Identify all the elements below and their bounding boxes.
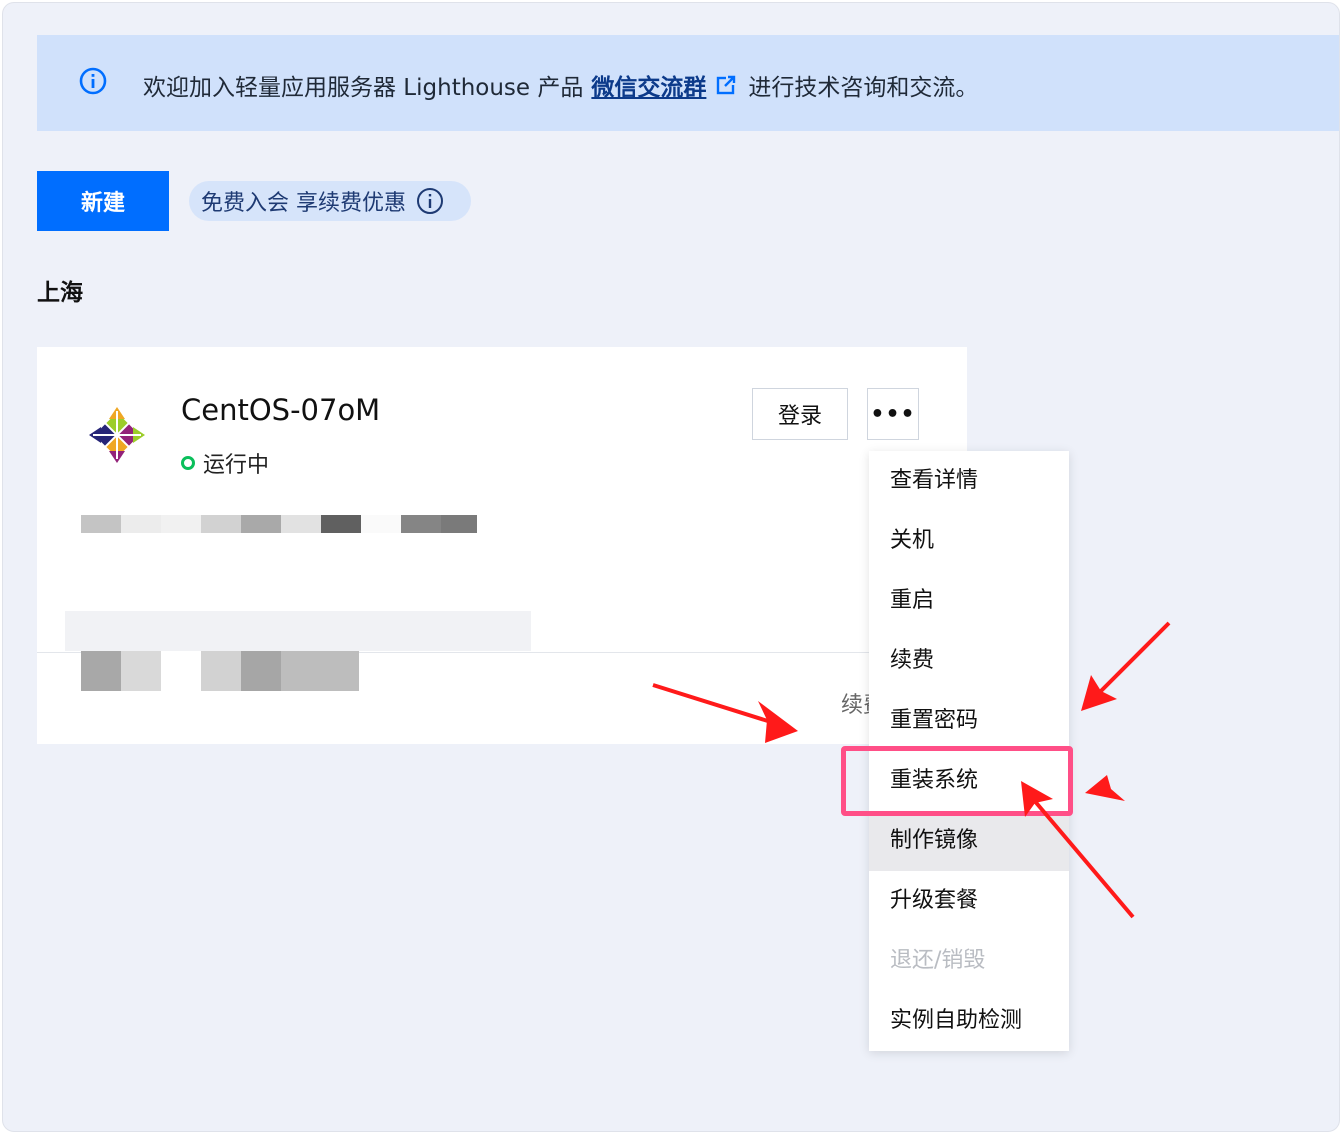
info-icon[interactable] [416, 187, 444, 215]
renew-link[interactable]: 续费 [841, 687, 869, 719]
notice-text-before: 欢迎加入轻量应用服务器 Lighthouse 产品 [143, 75, 584, 101]
notice-banner: 欢迎加入轻量应用服务器 Lighthouse 产品 微信交流群 进行技术咨询和交… [37, 35, 1339, 131]
redacted-info [81, 651, 359, 691]
membership-label: 免费入会 享续费优惠 [201, 191, 406, 216]
notice-text-after: 进行技术咨询和交流。 [748, 75, 979, 101]
wechat-group-link[interactable]: 微信交流群 [591, 68, 706, 102]
centos-logo [89, 407, 145, 463]
more-actions-button[interactable]: ••• [867, 388, 919, 440]
menu-item-upgrade-plan[interactable]: 升级套餐 [869, 871, 1069, 931]
menu-item-self-check[interactable]: 实例自助检测 [869, 991, 1069, 1051]
arrow-right [1085, 775, 1125, 801]
page-frame: 欢迎加入轻量应用服务器 Lighthouse 产品 微信交流群 进行技术咨询和交… [2, 2, 1340, 1132]
new-instance-button[interactable]: 新建 [37, 171, 169, 231]
info-icon [79, 67, 107, 95]
instance-card: CentOS-07oM 运行中 登录 ••• 续 [37, 347, 967, 744]
status-label: 运行中 [203, 453, 270, 478]
arrow-upper-right [1081, 621, 1171, 711]
login-button[interactable]: 登录 [752, 388, 848, 440]
menu-item-shutdown[interactable]: 关机 [869, 511, 1069, 571]
menu-item-reset-password[interactable]: 重置密码 [869, 691, 1069, 751]
free-membership-button[interactable]: 免费入会 享续费优惠 [189, 181, 471, 221]
instance-name[interactable]: CentOS-07oM [181, 393, 380, 427]
redacted-info [81, 515, 477, 533]
instance-status: 运行中 [181, 447, 269, 479]
region-heading: 上海 [37, 280, 83, 306]
more-actions-menu: 查看详情 关机 重启 续费 重置密码 重装系统 制作镜像 升级套餐 退还/销毁 … [869, 451, 1069, 1051]
menu-item-renew[interactable]: 续费 [869, 631, 1069, 691]
menu-item-view-details[interactable]: 查看详情 [869, 451, 1069, 511]
menu-item-restart[interactable]: 重启 [869, 571, 1069, 631]
menu-item-create-image[interactable]: 制作镜像 [869, 811, 1069, 871]
external-link-icon[interactable] [716, 75, 736, 95]
notice-text: 欢迎加入轻量应用服务器 Lighthouse 产品 微信交流群 进行技术咨询和交… [143, 68, 978, 102]
info-band [65, 611, 531, 651]
menu-item-return-destroy: 退还/销毁 [890, 948, 986, 973]
menu-item-reinstall-system[interactable]: 重装系统 [869, 751, 1069, 811]
status-running-dot [181, 456, 195, 470]
